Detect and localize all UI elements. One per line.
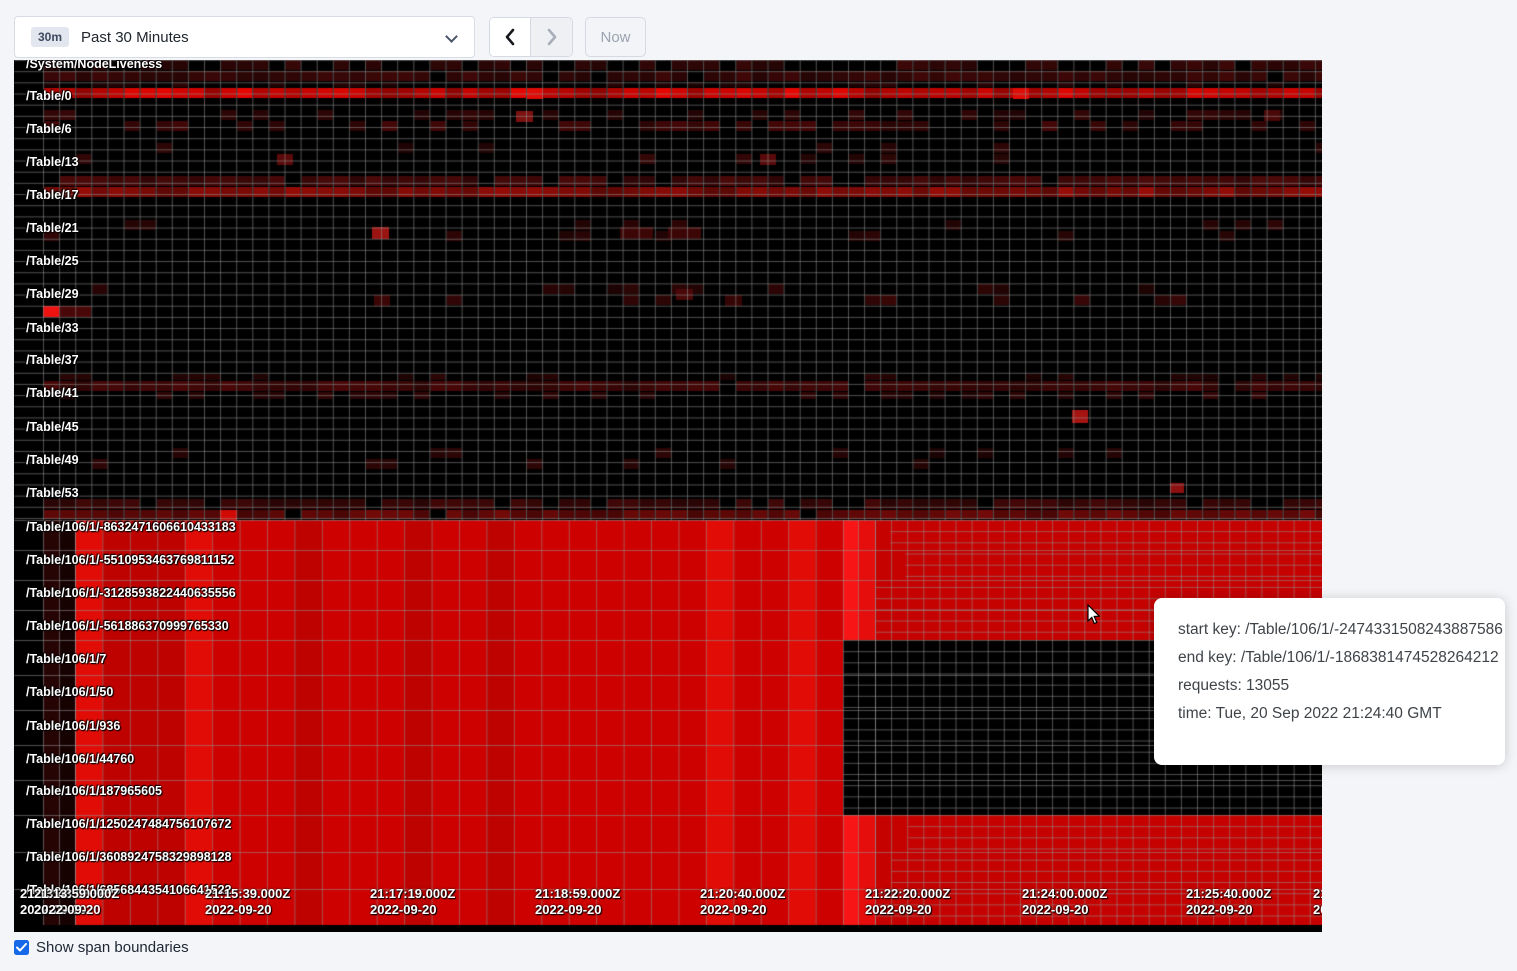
span-tooltip: start key: /Table/106/1/-247433150824388… <box>1154 598 1505 765</box>
chevron-left-icon <box>504 28 516 46</box>
row-label: /Table/45 <box>26 420 79 434</box>
row-label: /Table/106/1/187965605 <box>26 784 162 798</box>
time-label: 21:13:59.000Z2022-09-20 <box>34 886 119 918</box>
row-label: /Table/21 <box>26 221 79 235</box>
heatmap-chart: /System/NodeLiveness/Table/0/Table/6/Tab… <box>14 60 1322 932</box>
row-label: /Table/106/1/7 <box>26 652 106 666</box>
row-label: /Table/37 <box>26 353 79 367</box>
row-label: /Table/106/1/-8632471606610433183 <box>26 520 236 534</box>
row-label: /Table/0 <box>26 89 72 103</box>
mouse-cursor-icon <box>1084 604 1100 626</box>
tooltip-requests: requests: 13055 <box>1178 676 1481 695</box>
row-label: /Table/106/1/936 <box>26 719 120 733</box>
row-label: /Table/106/1/-561886370999765330 <box>26 619 229 633</box>
next-time-button[interactable] <box>531 18 572 56</box>
now-button[interactable]: Now <box>585 17 646 57</box>
row-label: /Table/106/1/3608924758329898128 <box>26 850 232 864</box>
time-label: 21:17:19.000Z2022-09-20 <box>370 886 455 918</box>
row-label: /Table/29 <box>26 287 79 301</box>
time-label: 21:20:40.000Z2022-09-20 <box>700 886 785 918</box>
row-label: /Table/41 <box>26 386 79 400</box>
row-label: /Table/106/1/44760 <box>26 752 134 766</box>
row-label: /Table/49 <box>26 453 79 467</box>
row-label: /Table/106/1/-5510953463769811152 <box>26 553 234 567</box>
time-label: 21:27:20.000Z2022-09-20 <box>1313 886 1322 918</box>
row-label: /Table/33 <box>26 321 79 335</box>
row-label: /Table/53 <box>26 486 79 500</box>
chevron-down-icon <box>445 30 458 43</box>
footer: Show span boundaries <box>14 939 189 956</box>
time-label: 21:25:40.000Z2022-09-20 <box>1186 886 1271 918</box>
key-visualizer-page: 30m Past 30 Minutes Now /System/NodeLive… <box>0 0 1517 971</box>
row-label: /Table/13 <box>26 155 79 169</box>
tooltip-start-key: start key: /Table/106/1/-247433150824388… <box>1178 620 1481 639</box>
time-range-dropdown[interactable]: 30m Past 30 Minutes <box>14 16 475 58</box>
tooltip-time: time: Tue, 20 Sep 2022 21:24:40 GMT <box>1178 704 1481 723</box>
duration-badge: 30m <box>31 27 69 47</box>
time-label: 21:22:20.000Z2022-09-20 <box>865 886 950 918</box>
row-label: /Table/25 <box>26 254 79 268</box>
row-label: /Table/106/1/-3128593822440635556 <box>26 586 236 600</box>
tooltip-end-key: end key: /Table/106/1/-18683814745282642… <box>1178 648 1481 667</box>
time-label: 21:15:39.000Z2022-09-20 <box>205 886 290 918</box>
row-label: /System/NodeLiveness <box>26 60 162 71</box>
show-span-boundaries-checkbox[interactable] <box>14 940 29 955</box>
time-nav-group <box>489 17 573 57</box>
toolbar: 30m Past 30 Minutes Now <box>0 0 1517 60</box>
prev-time-button[interactable] <box>490 18 531 56</box>
row-label: /Table/106/1/50 <box>26 685 113 699</box>
time-label: 21:18:59.000Z2022-09-20 <box>535 886 620 918</box>
check-icon <box>16 943 27 952</box>
chevron-right-icon <box>546 28 558 46</box>
time-range-label: Past 30 Minutes <box>81 29 189 46</box>
row-label: /Table/6 <box>26 122 72 136</box>
checkbox-label: Show span boundaries <box>36 939 189 956</box>
heatmap-canvas[interactable] <box>14 60 1322 932</box>
time-label: 21:24:00.000Z2022-09-20 <box>1022 886 1107 918</box>
row-label: /Table/106/1/1250247484756107672 <box>26 817 232 831</box>
row-label: /Table/17 <box>26 188 79 202</box>
